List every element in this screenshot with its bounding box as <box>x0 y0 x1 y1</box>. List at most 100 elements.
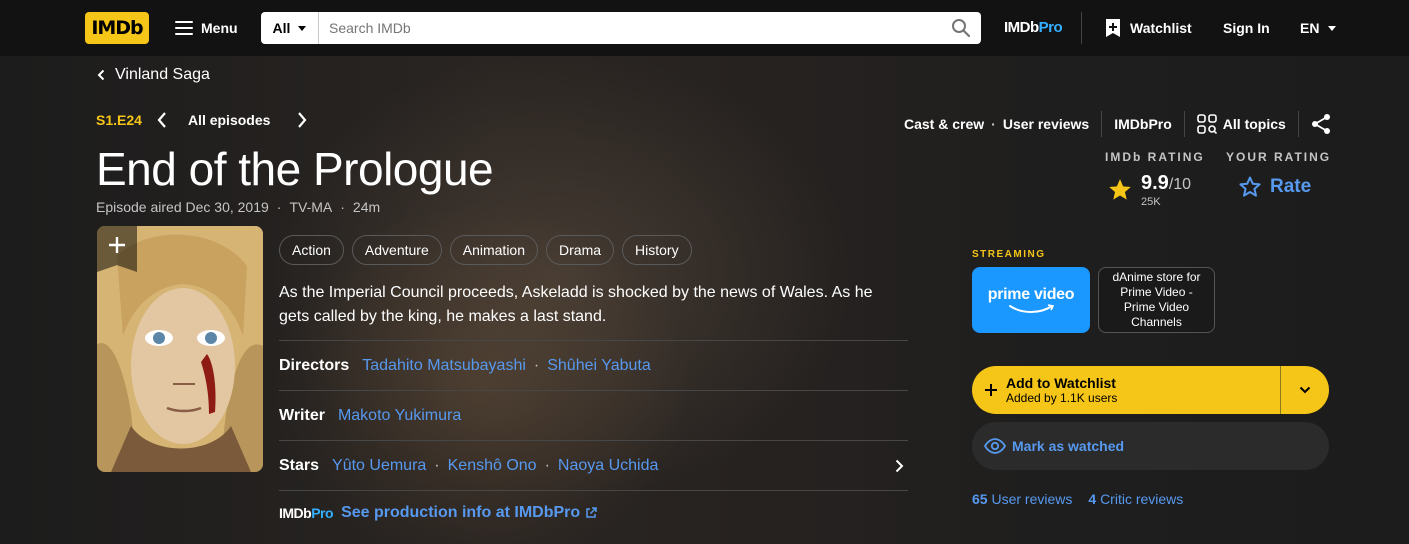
imdbpro-small-logo-imdb: IMDb <box>279 504 312 521</box>
all-topics-label: All topics <box>1222 116 1286 132</box>
nav-divider <box>1081 12 1082 44</box>
streaming-label: STREAMING <box>972 249 1046 260</box>
grid-icon <box>1196 114 1217 134</box>
user-reviews-label: User reviews <box>991 491 1073 507</box>
prime-video-button[interactable]: prime video <box>972 267 1090 333</box>
plus-icon <box>985 384 997 396</box>
chevron-right-icon[interactable] <box>894 459 904 473</box>
user-reviews-count-link[interactable]: 65 User reviews <box>972 491 1072 507</box>
your-rating-label: YOUR RATING <box>1226 150 1332 164</box>
separator-dot: · <box>544 456 550 474</box>
rating-max: /10 <box>1168 176 1192 193</box>
language-select[interactable]: EN <box>1300 20 1337 36</box>
writer-link[interactable]: Makoto Yukimura <box>338 407 461 425</box>
genre-chip[interactable]: Action <box>279 235 344 265</box>
series-title: Vinland Saga <box>115 66 210 83</box>
episode-poster[interactable] <box>97 226 263 472</box>
stars-row[interactable]: Stars Yûto Uemura · Kenshô Ono · Naoya U… <box>279 440 908 490</box>
star-link[interactable]: Naoya Uchida <box>558 457 659 475</box>
add-to-watchlist-button[interactable]: Add to Watchlist Added by 1.1K users <box>972 366 1329 414</box>
genre-chip[interactable]: Adventure <box>351 235 442 265</box>
top-links-divider <box>1101 111 1103 137</box>
watchlist-nav-button[interactable]: Watchlist <box>1105 18 1192 38</box>
top-navigation-bar: IMDb Menu All IMDbPro Watchlist Sign In … <box>0 0 1409 56</box>
add-to-watchlist-main[interactable]: Add to Watchlist Added by 1.1K users <box>972 366 1280 414</box>
director-link[interactable]: Tadahito Matsubayashi <box>362 357 526 375</box>
watchlist-count: Added by 1.1K users <box>1006 390 1118 405</box>
writer-label[interactable]: Writer <box>279 407 325 425</box>
imdbpro-small-logo-pro: Pro <box>311 504 334 521</box>
add-to-watchlist-label: Add to Watchlist <box>1006 374 1116 391</box>
separator-dot: · <box>533 356 540 374</box>
production-info-label: See production info at IMDbPro <box>341 503 581 521</box>
next-episode-icon[interactable] <box>296 111 308 129</box>
watchlist-dropdown-button[interactable] <box>1281 366 1329 414</box>
mark-as-watched-label: Mark as watched <box>1012 438 1125 454</box>
separator-dot: · <box>340 199 345 215</box>
air-date: Episode aired Dec 30, 2019 <box>96 199 269 215</box>
search-bar: All <box>261 12 981 44</box>
runtime: 24m <box>352 199 381 215</box>
directors-row: Directors Tadahito Matsubayashi · Shûhei… <box>279 340 908 390</box>
bookmark-plus-icon <box>1106 19 1120 37</box>
separator-dot: · <box>276 199 282 215</box>
all-episodes-link[interactable]: All episodes <box>188 112 270 128</box>
stars-label[interactable]: Stars <box>279 457 319 475</box>
critic-reviews-count: 4 <box>1088 491 1097 507</box>
episode-navigation: S1.E24 All episodes <box>96 110 308 130</box>
caret-down-icon <box>1328 25 1337 31</box>
episode-title: End of the Prologue <box>96 143 494 195</box>
back-to-series-link[interactable]: Vinland Saga <box>97 66 210 84</box>
menu-button[interactable]: Menu <box>175 14 238 42</box>
user-reviews-link[interactable]: User reviews <box>1003 116 1089 132</box>
cast-crew-link[interactable]: Cast & crew <box>904 116 984 132</box>
certificate[interactable]: TV-MA <box>289 199 332 215</box>
all-topics-button[interactable]: All topics <box>1196 114 1286 134</box>
genre-chip[interactable]: Drama <box>546 235 615 265</box>
menu-label: Menu <box>201 20 238 36</box>
director-link[interactable]: Shûhei Yabuta <box>547 357 651 375</box>
imdbpro-link[interactable]: IMDbPro <box>1114 116 1172 132</box>
directors-label[interactable]: Directors <box>279 357 349 375</box>
search-category-select[interactable]: All <box>261 12 319 44</box>
imdb-rating-label: IMDb RATING <box>1105 150 1205 164</box>
previous-episode-icon[interactable] <box>156 111 168 129</box>
genre-chips: Action Adventure Animation Drama History <box>279 235 692 265</box>
writer-row: Writer Makoto Yukimura <box>279 390 908 440</box>
separator-dot: · <box>434 456 440 474</box>
search-input[interactable] <box>319 12 941 44</box>
top-links: Cast & crew · User reviews IMDbPro All t… <box>904 111 1331 137</box>
rate-button[interactable]: Rate <box>1238 175 1311 199</box>
star-icon <box>1109 179 1131 200</box>
episode-code: S1.E24 <box>96 112 142 128</box>
danime-store-button[interactable]: dAnime store for Prime Video - Prime Vid… <box>1098 267 1215 333</box>
rate-label: Rate <box>1270 176 1312 197</box>
top-links-divider <box>1297 111 1299 137</box>
sign-in-link[interactable]: Sign In <box>1223 20 1270 36</box>
production-info-link[interactable]: See production info at IMDbPro <box>341 504 597 522</box>
share-icon[interactable] <box>1311 113 1331 135</box>
search-category-label: All <box>272 20 291 36</box>
imdb-rating-button[interactable]: 9.9/10 25K <box>1107 172 1191 208</box>
language-label: EN <box>1300 20 1320 36</box>
critic-reviews-count-link[interactable]: 4 Critic reviews <box>1088 491 1183 507</box>
genre-chip[interactable]: History <box>622 235 692 265</box>
mark-as-watched-button[interactable]: Mark as watched <box>972 422 1329 470</box>
external-link-icon <box>586 506 597 518</box>
separator-dot: · <box>991 116 996 132</box>
prime-smile-icon <box>1009 304 1055 313</box>
critic-reviews-label: Critic reviews <box>1100 491 1184 507</box>
imdbpro-small-logo: IMDbPro <box>279 504 334 521</box>
plot-summary: As the Imperial Council proceeds, Askela… <box>279 284 873 325</box>
star-link[interactable]: Kenshô Ono <box>448 457 537 475</box>
imdb-logo[interactable]: IMDb <box>85 12 149 44</box>
hamburger-icon <box>175 21 193 35</box>
genre-chip[interactable]: Animation <box>449 235 539 265</box>
imdbpro-logo[interactable]: IMDbPro <box>1004 19 1063 36</box>
episode-meta: Episode aired Dec 30, 2019 · TV-MA · 24m <box>96 199 380 215</box>
eye-icon <box>984 438 1006 454</box>
imdbpro-logo-pro: Pro <box>1038 19 1063 36</box>
plus-icon <box>109 237 125 253</box>
search-icon[interactable] <box>941 12 981 44</box>
star-link[interactable]: Yûto Uemura <box>332 457 426 475</box>
